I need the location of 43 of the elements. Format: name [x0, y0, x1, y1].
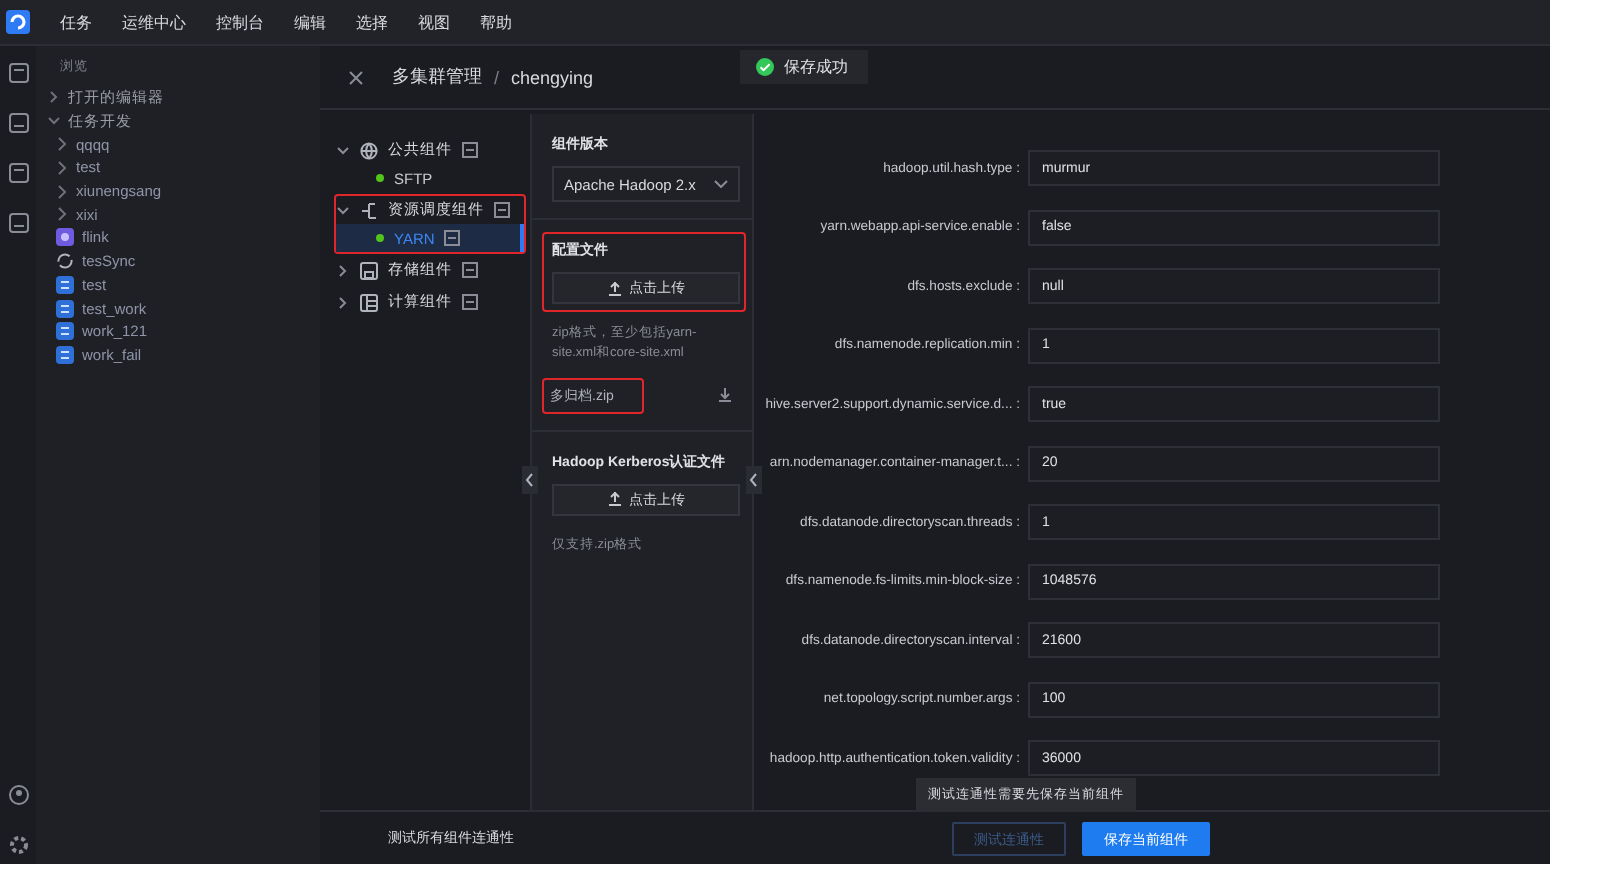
collapse-left-icon[interactable]	[746, 466, 762, 494]
collapse-left-icon[interactable]	[522, 466, 538, 494]
check-icon	[756, 58, 774, 76]
download-icon[interactable]	[718, 388, 732, 403]
breadcrumb-separator: /	[494, 67, 500, 87]
settings-icon[interactable]	[7, 834, 29, 856]
menu-item[interactable]: 编辑	[294, 11, 326, 33]
menu-item[interactable]: 任务	[60, 11, 92, 33]
sidebar-nav-icon[interactable]	[7, 62, 29, 84]
script-icon	[56, 322, 74, 341]
menu-item[interactable]: 帮助	[480, 11, 512, 33]
chevron-icon	[338, 295, 348, 309]
script-icon	[56, 299, 74, 318]
menu-item[interactable]: 视图	[418, 11, 450, 33]
menu-item[interactable]: 运维中心	[122, 11, 186, 33]
sync-icon	[56, 252, 74, 271]
caret-icon	[714, 180, 728, 188]
script-icon	[56, 275, 74, 294]
upload-icon	[607, 281, 621, 295]
sidebar-nav-icon[interactable]	[7, 212, 29, 234]
sidebar-nav-icon[interactable]	[7, 112, 29, 134]
grid-icon	[360, 293, 378, 311]
squirrel-icon	[56, 228, 74, 247]
close-icon[interactable]	[348, 69, 364, 85]
sidebar-nav-icon[interactable]	[7, 162, 29, 184]
breadcrumb-link[interactable]: 多集群管理	[392, 64, 482, 90]
logo-icon	[6, 10, 30, 34]
network-icon	[360, 201, 378, 219]
breadcrumb-current: chengying	[511, 67, 594, 87]
toast: 保存成功	[740, 50, 868, 84]
chevron-icon	[336, 145, 350, 155]
minus-box-icon[interactable]	[444, 230, 461, 246]
save-icon	[360, 261, 378, 279]
status-dot-icon	[376, 234, 384, 242]
globe-icon	[360, 141, 378, 159]
status-dot-icon	[376, 174, 384, 182]
chevron-icon	[336, 205, 350, 215]
upload-icon	[607, 492, 621, 507]
chevron-icon	[338, 263, 348, 277]
menu-item[interactable]: 选择	[356, 11, 388, 33]
script-icon	[56, 345, 74, 364]
menu-item[interactable]: 控制台	[216, 11, 264, 33]
user-icon[interactable]	[7, 784, 29, 806]
